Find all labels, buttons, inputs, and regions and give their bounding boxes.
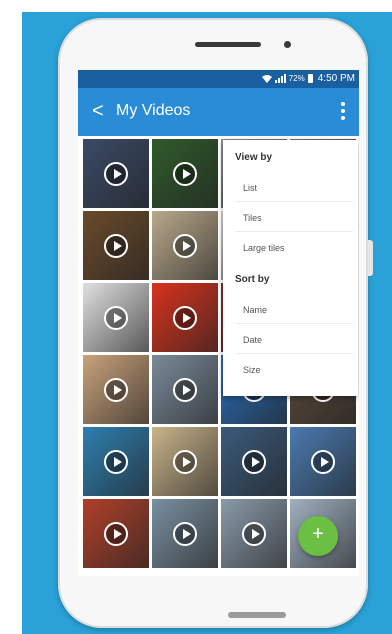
view-sort-menu: View by List Tiles Large tiles Sort by N…: [223, 140, 358, 396]
menu-item-label: Date: [243, 335, 263, 345]
menu-item-size[interactable]: Size: [223, 356, 358, 384]
menu-item-label: Large tiles: [243, 243, 285, 253]
video-thumbnail[interactable]: [221, 427, 287, 496]
page-title: My Videos: [116, 102, 191, 119]
phone-screen: 72% 4:50 PM < My Videos View by List Til…: [78, 70, 359, 576]
video-thumbnail[interactable]: [152, 499, 218, 568]
video-thumbnail[interactable]: [152, 427, 218, 496]
play-icon: [173, 521, 197, 546]
play-icon: [311, 449, 335, 474]
menu-item-tiles[interactable]: Tiles: [223, 204, 358, 232]
video-thumbnail[interactable]: [152, 355, 218, 424]
video-thumbnail[interactable]: [221, 499, 287, 568]
video-thumbnail[interactable]: [83, 427, 149, 496]
video-thumbnail[interactable]: [83, 499, 149, 568]
add-video-button[interactable]: +: [298, 516, 338, 556]
front-camera: [284, 41, 291, 48]
video-thumbnail[interactable]: [152, 211, 218, 280]
clock: 4:50 PM: [317, 73, 355, 84]
play-icon: [104, 233, 128, 258]
sort-by-header: Sort by: [235, 274, 270, 285]
video-thumbnail[interactable]: [83, 355, 149, 424]
status-indicators: 72% 4:50 PM: [261, 73, 355, 84]
play-icon: [104, 521, 128, 546]
menu-item-list[interactable]: List: [223, 174, 358, 202]
play-icon: [173, 161, 197, 186]
play-icon: [242, 449, 266, 474]
home-button[interactable]: [228, 612, 286, 618]
video-thumbnail[interactable]: [152, 283, 218, 352]
play-icon: [173, 233, 197, 258]
video-thumbnail[interactable]: [83, 211, 149, 280]
play-icon: [104, 449, 128, 474]
play-icon: [173, 449, 197, 474]
menu-item-large-tiles[interactable]: Large tiles: [223, 234, 358, 262]
video-thumbnail[interactable]: [83, 283, 149, 352]
signal-icon: [274, 74, 286, 83]
menu-item-label: List: [243, 183, 258, 193]
side-button[interactable]: [368, 240, 373, 276]
chevron-left-icon[interactable]: <: [92, 101, 104, 121]
add-icon: +: [312, 523, 324, 545]
menu-item-label: Size: [243, 365, 261, 375]
view-by-header: View by: [235, 152, 273, 163]
play-icon: [104, 161, 128, 186]
video-thumbnail[interactable]: [290, 427, 356, 496]
battery-icon: [307, 74, 313, 83]
status-bar: 72% 4:50 PM: [78, 70, 359, 88]
play-icon: [104, 305, 128, 330]
speaker-grille: [195, 42, 261, 47]
menu-item-name[interactable]: Name: [223, 296, 358, 324]
play-icon: [242, 521, 266, 546]
video-thumbnail[interactable]: [83, 139, 149, 208]
play-icon: [104, 377, 128, 402]
app-bar: < My Videos: [78, 88, 359, 136]
play-icon: [173, 377, 197, 402]
video-thumbnail[interactable]: [152, 139, 218, 208]
menu-item-label: Tiles: [243, 213, 262, 223]
battery-percent: 72%: [288, 74, 305, 83]
menu-item-label: Name: [243, 305, 268, 315]
play-icon: [173, 305, 197, 330]
wifi-icon: [261, 74, 272, 83]
menu-item-date[interactable]: Date: [223, 326, 358, 354]
more-vert-icon[interactable]: [341, 102, 345, 120]
